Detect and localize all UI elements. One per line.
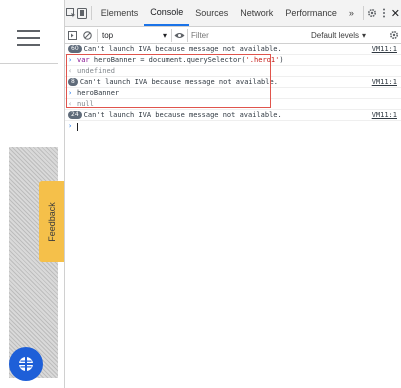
kebab-menu-icon[interactable]	[378, 0, 389, 26]
toolbar-separator	[90, 6, 92, 20]
tab-elements[interactable]: Elements	[95, 0, 145, 26]
console-input-row: › heroBanner	[65, 88, 401, 99]
repeat-count-badge: 60	[68, 45, 82, 53]
feedback-tab[interactable]: Feedback	[39, 181, 64, 262]
show-sidebar-icon[interactable]	[65, 30, 80, 40]
clear-console-icon[interactable]	[80, 30, 95, 40]
source-link[interactable]: VM11:1	[372, 110, 397, 120]
repeat-count-badge: 8	[68, 78, 78, 86]
dropdown-arrow-icon: ▾	[162, 30, 167, 40]
devtools-tab-bar: Elements Console Sources Network Perform…	[65, 0, 401, 27]
context-selector[interactable]: top ▾	[97, 28, 172, 42]
console-prompt-row[interactable]: ›	[65, 121, 401, 132]
chat-launcher-button[interactable]	[9, 347, 43, 381]
console-filter-input[interactable]	[187, 28, 307, 42]
log-levels-label: Default levels	[311, 30, 360, 40]
log-levels-dropdown[interactable]: Default levels ▾	[307, 31, 370, 40]
tab-network[interactable]: Network	[234, 0, 279, 26]
dropdown-arrow-icon: ▾	[362, 30, 367, 40]
console-command: heroBanner	[77, 88, 120, 97]
context-value: top	[102, 30, 114, 40]
chat-icon	[19, 357, 33, 371]
devtools-panel: Elements Console Sources Network Perform…	[64, 0, 401, 388]
repeat-count-badge: 24	[68, 111, 82, 119]
console-message: Can't launch IVA because message not ava…	[83, 110, 282, 119]
inspect-element-icon[interactable]	[65, 0, 76, 26]
console-message: Can't launch IVA because message not ava…	[79, 77, 278, 86]
more-tabs-button[interactable]: »	[343, 0, 360, 26]
console-result-row: ‹ undefined	[65, 66, 401, 77]
console-settings-gear-icon[interactable]	[386, 30, 401, 40]
input-chevron-icon: ›	[68, 88, 73, 97]
output-chevron-icon: ‹	[68, 99, 73, 108]
input-chevron-icon: ›	[68, 55, 73, 64]
source-link[interactable]: VM11:1	[372, 77, 397, 87]
device-toolbar-icon[interactable]	[76, 0, 88, 26]
hamburger-menu-icon[interactable]	[17, 30, 40, 46]
text-caret	[77, 122, 78, 131]
console-warning-row: 24 Can't launch IVA because message not …	[65, 110, 401, 121]
console-result-row: ‹ null	[65, 99, 401, 110]
console-filter-bar: top ▾ Default levels ▾	[65, 27, 401, 44]
console-result: undefined	[77, 66, 115, 75]
console-result: null	[77, 99, 94, 108]
close-icon[interactable]: ✕	[390, 0, 401, 26]
console-input-row: › var heroBanner = document.querySelecto…	[65, 55, 401, 66]
toolbar-separator	[362, 6, 364, 20]
feedback-label: Feedback	[46, 201, 57, 242]
console-output: 60 Can't launch IVA because message not …	[65, 44, 401, 132]
gear-icon[interactable]	[367, 0, 378, 26]
output-chevron-icon: ‹	[68, 66, 73, 75]
tab-console[interactable]: Console	[144, 0, 190, 26]
tab-sources[interactable]: Sources	[189, 0, 234, 26]
console-message: Can't launch IVA because message not ava…	[83, 44, 282, 53]
prompt-chevron-icon: ›	[68, 122, 73, 130]
console-command: var heroBanner = document.querySelector(…	[77, 55, 284, 64]
webpage-area: Feedback	[0, 0, 64, 388]
live-expression-eye-icon[interactable]	[172, 32, 187, 39]
tab-performance[interactable]: Performance	[279, 0, 343, 26]
header-divider	[0, 63, 58, 64]
source-link[interactable]: VM11:1	[372, 44, 397, 54]
console-warning-row: 8 Can't launch IVA because message not a…	[65, 77, 401, 88]
console-warning-row: 60 Can't launch IVA because message not …	[65, 44, 401, 55]
